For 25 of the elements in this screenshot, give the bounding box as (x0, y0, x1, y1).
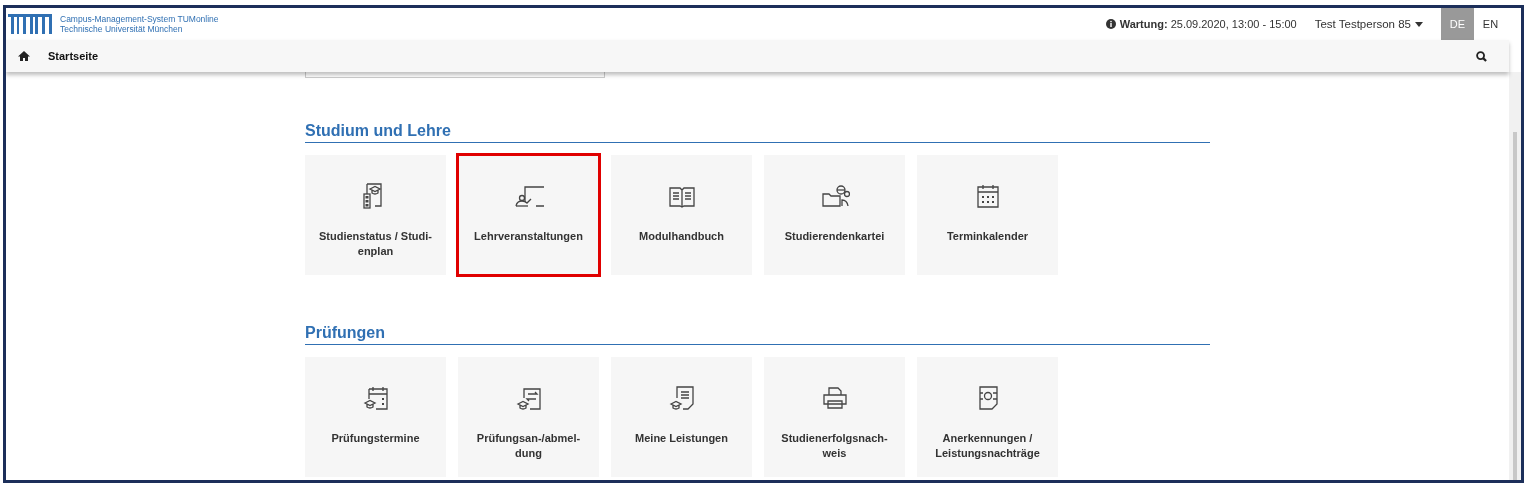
user-menu[interactable]: Test Testperson 85 (1310, 18, 1427, 30)
home-link[interactable]: Startseite (48, 50, 99, 62)
scrollbar[interactable] (1509, 72, 1521, 480)
system-name: Campus-Management-System TUMonline (60, 14, 219, 24)
menu-tile[interactable]: Prüfungsan-/abmel- dung (458, 357, 599, 477)
home-icon[interactable] (18, 51, 30, 61)
menu-tile[interactable]: Studienerfolgsnach- weis (764, 357, 905, 477)
info-icon (1105, 19, 1116, 29)
menu-tile[interactable]: Studierendenkartei (764, 155, 905, 275)
caret-icon (1415, 21, 1423, 27)
search-icon[interactable] (1476, 50, 1487, 62)
university-logo[interactable] (8, 14, 52, 34)
menu-tile[interactable]: Meine Leistungen (611, 357, 752, 477)
menu-tile[interactable]: Studienstatus / Studi- enplan (305, 155, 446, 275)
section-heading: Studium und Lehre (305, 122, 1210, 143)
menu-tile[interactable]: Anerkennungen / Leistungsnachträge (917, 357, 1058, 477)
menu-tile[interactable]: Modulhandbuch (611, 155, 752, 275)
folder-person-icon (819, 182, 850, 210)
scrollbar-thumb[interactable] (1513, 132, 1517, 480)
maintenance-notice: Wartung: 25.09.2020, 13:00 - 15:00 (1119, 18, 1297, 30)
section-heading: Prüfungen (305, 324, 1210, 345)
menu-tile[interactable]: Lehrveranstaltungen (458, 155, 599, 275)
menu-tile[interactable]: Terminkalender (917, 155, 1058, 275)
menu-tile[interactable]: Prüfungstermine (305, 357, 446, 477)
university-name: Technische Universität München (60, 24, 184, 34)
